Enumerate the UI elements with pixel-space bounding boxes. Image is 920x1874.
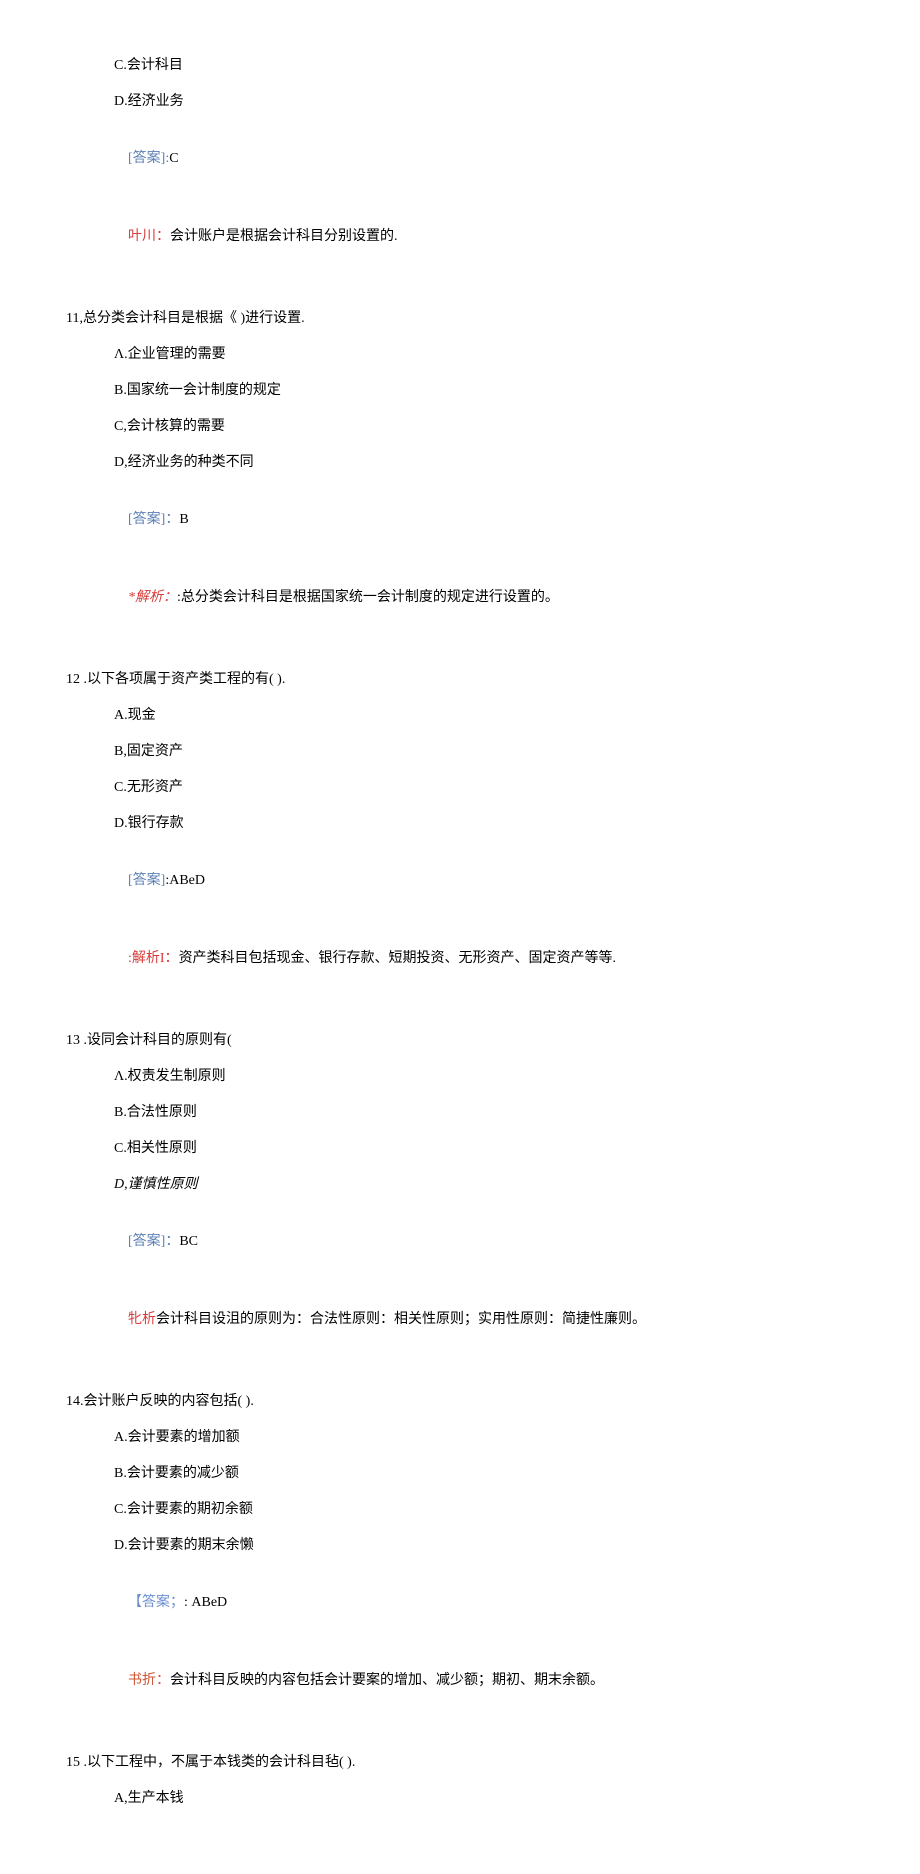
question-stem: 14.会计账户反映的内容包括( ). [66, 1391, 854, 1412]
analysis-line: :解析I：资产类科目包括现金、银行存款、短期投资、无形资产、固定资产等等. [114, 927, 854, 990]
analysis-label: 叶川： [128, 229, 170, 244]
analysis-text: 会计科目反映的内容包括会计要案的增加、减少额；期初、期末余额。 [170, 1673, 604, 1688]
answer-label: 【答案； [128, 1595, 184, 1610]
analysis-text: 会计账户是根据会计科目分别设置的. [170, 229, 398, 244]
option-text: B,固定资产 [114, 741, 854, 762]
option-text: D.经济业务 [114, 91, 854, 112]
answer-line: [答案]:ABeD [114, 849, 854, 912]
analysis-label: 书折： [128, 1673, 170, 1688]
option-text: A,生产本钱 [114, 1788, 854, 1809]
analysis-label: 牝析 [128, 1312, 156, 1327]
question-stem: 12 .以下各项属于资产类工程的有( ). [66, 669, 854, 690]
question-stem: 15 .以下工程中，不属于本钱类的会计科目毡( ). [66, 1752, 854, 1773]
question-stem: 11,总分类会计科目是根据《 )进行设置. [66, 308, 854, 329]
option-text: D.银行存款 [114, 813, 854, 834]
answer-value: B [179, 512, 188, 527]
answer-value: BC [179, 1234, 198, 1249]
answer-line: [答案]:C [114, 127, 854, 190]
answer-label: [答案] [128, 873, 165, 888]
option-text: C,会计核算的需要 [114, 416, 854, 437]
answer-line: [答案]：BC [114, 1210, 854, 1273]
answer-label: [答案]： [128, 512, 179, 527]
analysis-line: 叶川：会计账户是根据会计科目分别设置的. [114, 205, 854, 268]
analysis-text: 资产类科目包括现金、银行存款、短期投资、无形资产、固定资产等等. [179, 951, 617, 966]
option-text: C.会计科目 [114, 55, 854, 76]
option-text: A.会计要素的增加额 [114, 1427, 854, 1448]
option-text: B.国家统一会计制度的规定 [114, 380, 854, 401]
analysis-label: :解析I： [128, 951, 179, 966]
option-text: C.会计要素的期初余额 [114, 1499, 854, 1520]
option-text: B.合法性原则 [114, 1102, 854, 1123]
answer-value: : ABeD [184, 1595, 227, 1610]
analysis-line: 牝析会计科目设沮的原则为：合法性原则：相关性原则；实用性原则：简捷性廉则。 [114, 1288, 854, 1351]
option-text: D,经济业务的种类不同 [114, 452, 854, 473]
answer-value: :ABeD [165, 873, 205, 888]
option-text: D.会计要素的期末余懒 [114, 1535, 854, 1556]
answer-line: [答案]：B [114, 488, 854, 551]
answer-label: [答案]: [128, 151, 169, 166]
analysis-line: 书折：会计科目反映的内容包括会计要案的增加、减少额；期初、期末余额。 [114, 1649, 854, 1712]
analysis-line: *解析：:总分类会计科目是根据国家统一会计制度的规定进行设置的。 [114, 566, 854, 629]
option-text: A.现金 [114, 705, 854, 726]
answer-value: C [169, 151, 178, 166]
analysis-label: *解析： [128, 590, 177, 605]
analysis-text: :总分类会计科目是根据国家统一会计制度的规定进行设置的。 [177, 590, 559, 605]
option-text: Λ.企业管理的需要 [114, 344, 854, 365]
option-text: C.无形资产 [114, 777, 854, 798]
analysis-text: 会计科目设沮的原则为：合法性原则：相关性原则；实用性原则：简捷性廉则。 [156, 1312, 646, 1327]
answer-label: [答案]： [128, 1234, 179, 1249]
answer-line: 【答案；: ABeD [114, 1571, 854, 1634]
option-text: B.会计要素的减少额 [114, 1463, 854, 1484]
option-text: Λ.权责发生制原则 [114, 1066, 854, 1087]
option-text: D,谨慎性原则 [114, 1174, 854, 1195]
question-stem: 13 .设同会计科目的原则有( [66, 1030, 854, 1051]
option-text: C.相关性原则 [114, 1138, 854, 1159]
